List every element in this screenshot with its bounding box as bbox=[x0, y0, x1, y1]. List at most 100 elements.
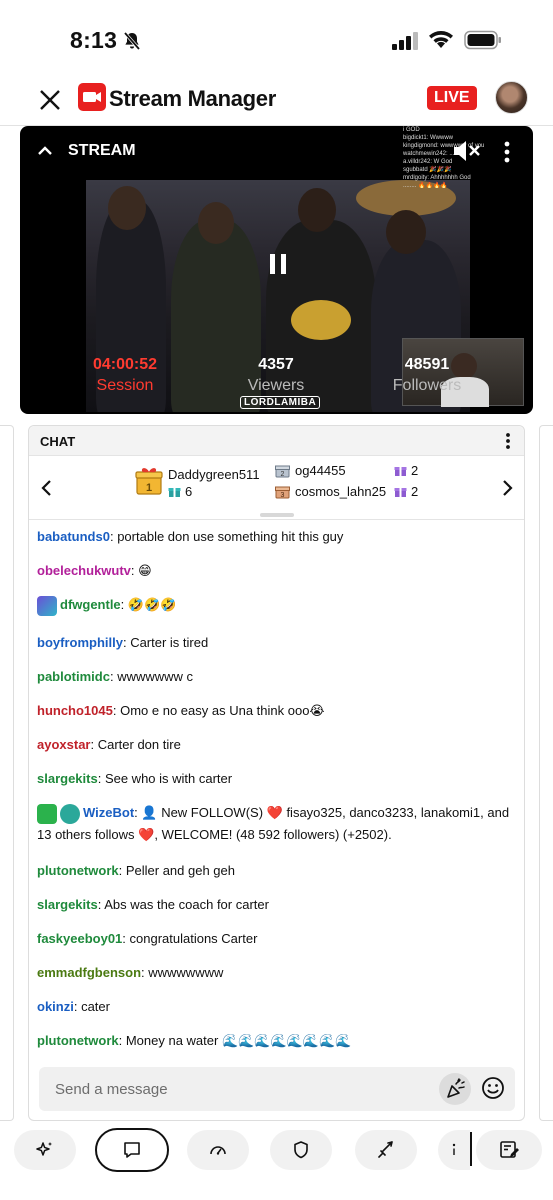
chat-text: wwwwwwww bbox=[148, 965, 224, 980]
chat-username[interactable]: emmadfgbenson bbox=[37, 965, 141, 980]
chat-message: dfwgentle: 🤣🤣🤣 bbox=[37, 594, 517, 616]
info-button[interactable] bbox=[438, 1130, 470, 1170]
chat-message: slargekits: See who is with carter bbox=[37, 771, 233, 786]
chat-username[interactable]: ayoxstar bbox=[37, 737, 90, 752]
wifi-icon bbox=[429, 31, 453, 48]
cheer-button[interactable] bbox=[439, 1073, 471, 1105]
chat-message: huncho1045: Omo e no easy as Una think o… bbox=[37, 703, 325, 718]
stat-session: 04:00:52 Session bbox=[92, 356, 158, 394]
chat-title: CHAT bbox=[40, 434, 76, 449]
chat-message: emmadfgbenson: wwwwwwww bbox=[37, 965, 224, 980]
sword-badge-icon bbox=[37, 803, 57, 824]
chat-header: CHAT bbox=[29, 426, 524, 456]
page-title: Stream Manager bbox=[109, 86, 276, 111]
sparkle-button[interactable] bbox=[14, 1130, 76, 1170]
chat-username[interactable]: plutonetwork bbox=[37, 1033, 119, 1048]
chat-username[interactable]: slargekits bbox=[37, 897, 98, 912]
chat-text: Peller and geh geh bbox=[125, 863, 235, 878]
avatar[interactable] bbox=[495, 81, 528, 114]
chat-message: ayoxstar: Carter don tire bbox=[37, 737, 181, 752]
raid-button[interactable] bbox=[355, 1130, 417, 1170]
chat-username[interactable]: plutonetwork bbox=[37, 863, 119, 878]
sword-icon bbox=[378, 1141, 393, 1158]
next-panel-edge[interactable] bbox=[539, 425, 553, 1121]
chat-message: okinzi: cater bbox=[37, 999, 110, 1014]
gift-count: 6 bbox=[168, 484, 192, 499]
chat-username[interactable]: faskyeeboy01 bbox=[37, 931, 122, 946]
chat-username[interactable]: pablotimidc bbox=[37, 669, 110, 684]
chat-username[interactable]: slargekits bbox=[37, 771, 98, 786]
stat-followers: 48591 Followers bbox=[392, 356, 462, 394]
stream-section-toggle[interactable]: STREAM bbox=[36, 142, 136, 160]
chat-message: WizeBot: 👤 New FOLLOW(S) ❤️ fisayo325, d… bbox=[37, 803, 510, 842]
gift-rank-1-icon: 1 bbox=[135, 468, 163, 495]
shield-icon bbox=[294, 1141, 308, 1159]
chat-message: plutonetwork: Peller and geh geh bbox=[37, 863, 235, 878]
stream-card: STREAM i GOD bigdickt1: Wwwww kingdigmon… bbox=[20, 126, 533, 414]
stream-watermark: LORDLAMIBA bbox=[240, 396, 321, 409]
bottom-toolbar bbox=[0, 1121, 553, 1200]
gift-count: 2 bbox=[394, 463, 418, 478]
moderation-button[interactable] bbox=[270, 1130, 332, 1170]
gift-icon bbox=[168, 488, 181, 497]
chat-message: babatunds0: portable don use something h… bbox=[37, 529, 344, 544]
gift-icon bbox=[394, 467, 407, 476]
chat-text: wwwwwww c bbox=[117, 669, 194, 684]
gifter-rank-3[interactable]: 3 cosmos_lahn25 bbox=[275, 484, 386, 499]
chat-tab-button[interactable] bbox=[95, 1128, 169, 1172]
mute-icon[interactable] bbox=[452, 138, 482, 164]
chat-text: 🤣🤣🤣 bbox=[127, 597, 177, 612]
stat-viewers: 4357 Viewers bbox=[247, 356, 305, 394]
chat-username[interactable]: boyfromphilly bbox=[37, 635, 123, 650]
gift-count: 2 bbox=[394, 484, 418, 499]
gift-leaderboard: 1 Daddygreen511 6 2 og44455 2 3 cosmos_l… bbox=[29, 456, 524, 520]
status-bar: 8:13 bbox=[0, 0, 553, 78]
drag-handle[interactable] bbox=[260, 513, 294, 517]
chat-more-icon[interactable] bbox=[504, 432, 512, 450]
chevron-right-icon[interactable] bbox=[497, 477, 517, 499]
chat-text: See who is with carter bbox=[104, 771, 233, 786]
chat-text: portable don use something hit this guy bbox=[117, 529, 344, 544]
pause-icon[interactable] bbox=[266, 252, 290, 276]
user-badge-icon bbox=[37, 595, 57, 616]
party-popper-icon bbox=[447, 1078, 465, 1098]
chat-input[interactable] bbox=[39, 1067, 429, 1111]
chat-username[interactable]: okinzi bbox=[37, 999, 74, 1014]
chevron-up-icon bbox=[38, 146, 52, 155]
chat-username[interactable]: huncho1045 bbox=[37, 703, 113, 718]
gifter-name[interactable]: Daddygreen511 bbox=[168, 467, 260, 482]
gifter-name: cosmos_lahn25 bbox=[295, 484, 387, 499]
chat-input-box bbox=[39, 1067, 515, 1111]
bot-badge-icon bbox=[60, 803, 80, 824]
chat-message: faskyeeboy01: congratulations Carter bbox=[37, 931, 258, 946]
chat-text: Money na water 🌊🌊🌊🌊🌊🌊🌊🌊 bbox=[125, 1033, 352, 1048]
gift-rank-2-icon: 2 bbox=[275, 465, 290, 478]
chat-message: slargekits: Abs was the coach for carter bbox=[37, 897, 269, 912]
edit-layout-button[interactable] bbox=[476, 1130, 542, 1170]
chat-text: cater bbox=[81, 999, 110, 1014]
gift-icon bbox=[394, 488, 407, 497]
sparkle-icon bbox=[36, 1142, 52, 1156]
prev-panel-edge[interactable] bbox=[0, 425, 14, 1121]
chat-text: Abs was the coach for carter bbox=[104, 897, 269, 912]
gifter-rank-2[interactable]: 2 og44455 bbox=[275, 463, 346, 478]
chevron-left-icon[interactable] bbox=[37, 477, 57, 499]
chat-text: Carter is tired bbox=[130, 635, 209, 650]
stream-more-icon[interactable] bbox=[503, 140, 511, 164]
chat-username[interactable]: WizeBot bbox=[83, 805, 134, 820]
bell-muted-icon bbox=[123, 31, 141, 51]
close-icon[interactable] bbox=[36, 86, 64, 114]
dashboard-button[interactable] bbox=[187, 1130, 249, 1170]
chat-username[interactable]: babatunds0 bbox=[37, 529, 110, 544]
emoji-icon[interactable] bbox=[480, 1075, 506, 1101]
chat-text: 😁 bbox=[138, 563, 152, 578]
chat-username[interactable]: dfwgentle bbox=[60, 597, 121, 612]
stream-label: STREAM bbox=[68, 142, 136, 159]
app-logo-icon bbox=[78, 83, 106, 111]
signal-icon bbox=[392, 32, 418, 50]
chat-panel: CHAT 1 Daddygreen511 6 2 og44455 2 3 cos… bbox=[28, 425, 525, 1121]
status-time: 8:13 bbox=[70, 27, 118, 53]
gifter-name: og44455 bbox=[295, 463, 346, 478]
chat-username[interactable]: obelechukwutv bbox=[37, 563, 131, 578]
chat-text: Omo e no easy as Una think ooo😭 bbox=[120, 703, 325, 718]
